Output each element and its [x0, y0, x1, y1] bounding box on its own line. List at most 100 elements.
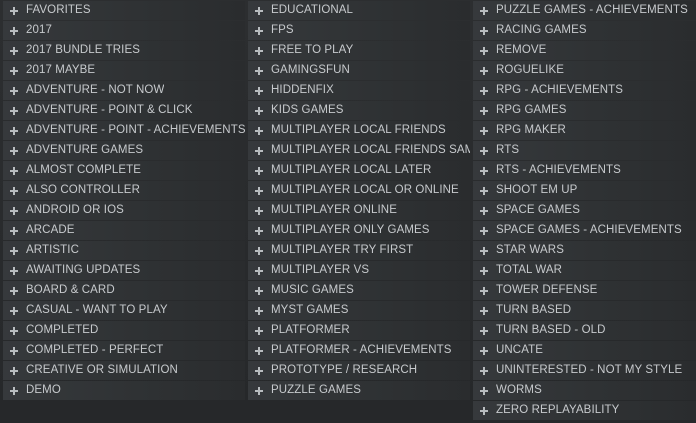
category-item[interactable]: ADVENTURE GAMES: [3, 141, 245, 160]
category-item-label: MULTIPLAYER ONLINE: [271, 204, 397, 216]
category-item-label: DEMO: [26, 384, 61, 396]
category-item[interactable]: TOWER DEFENSE: [473, 281, 696, 300]
category-item[interactable]: SHOOT EM UP: [473, 181, 696, 200]
category-item-label: FPS: [271, 24, 294, 36]
plus-icon: [255, 86, 263, 95]
category-item-label: SPACE GAMES: [496, 204, 580, 216]
category-item[interactable]: 2017 MAYBE: [3, 61, 245, 80]
category-item[interactable]: COMPLETED - PERFECT: [3, 341, 245, 360]
category-item[interactable]: MYST GAMES: [248, 301, 470, 320]
category-item[interactable]: SPACE GAMES - ACHIEVEMENTS: [473, 221, 696, 240]
category-item[interactable]: RPG MAKER: [473, 121, 696, 140]
category-item[interactable]: STAR WARS: [473, 241, 696, 260]
category-item[interactable]: ZERO REPLAYABILITY: [473, 401, 696, 420]
plus-icon: [10, 166, 18, 175]
category-column-3: PUZZLE GAMES - ACHIEVEMENTS RACING GAMES R…: [473, 1, 696, 423]
category-item[interactable]: ANDROID OR IOS: [3, 201, 245, 220]
category-item[interactable]: ROGUELIKE: [473, 61, 696, 80]
category-item-label: PLATFORMER - ACHIEVEMENTS: [271, 344, 452, 356]
plus-icon: [10, 386, 18, 395]
category-item-label: 2017 MAYBE: [26, 64, 96, 76]
category-item[interactable]: RTS: [473, 141, 696, 160]
category-item[interactable]: PROTOTYPE / RESEARCH: [248, 361, 470, 380]
category-item[interactable]: MULTIPLAYER VS: [248, 261, 470, 280]
plus-icon: [480, 66, 488, 75]
category-item[interactable]: ARCADE: [3, 221, 245, 240]
category-item[interactable]: MULTIPLAYER LOCAL LATER: [248, 161, 470, 180]
category-item[interactable]: PUZZLE GAMES - ACHIEVEMENTS: [473, 1, 696, 20]
category-item[interactable]: MUSIC GAMES: [248, 281, 470, 300]
plus-icon: [255, 286, 263, 295]
category-item[interactable]: ARTISTIC: [3, 241, 245, 260]
category-item-label: TURN BASED - OLD: [496, 324, 606, 336]
category-item[interactable]: GAMINGSFUN: [248, 61, 470, 80]
category-item[interactable]: BOARD & CARD: [3, 281, 245, 300]
category-item[interactable]: RTS - ACHIEVEMENTS: [473, 161, 696, 180]
category-item[interactable]: MULTIPLAYER ONLY GAMES: [248, 221, 470, 240]
category-item[interactable]: MULTIPLAYER LOCAL FRIENDS: [248, 121, 470, 140]
category-item[interactable]: PLATFORMER - ACHIEVEMENTS: [248, 341, 470, 360]
category-item[interactable]: FREE TO PLAY: [248, 41, 470, 60]
category-item[interactable]: EDUCATIONAL: [248, 1, 470, 20]
category-item[interactable]: 2017: [3, 21, 245, 40]
category-item[interactable]: ADVENTURE - NOT NOW: [3, 81, 245, 100]
plus-icon: [10, 26, 18, 35]
category-item[interactable]: WORMS: [473, 381, 696, 400]
category-item-label: MULTIPLAYER TRY FIRST: [271, 244, 414, 256]
category-item[interactable]: AWAITING UPDATES: [3, 261, 245, 280]
category-item[interactable]: FAVORITES: [3, 1, 245, 20]
plus-icon: [480, 126, 488, 135]
plus-icon: [480, 406, 488, 415]
plus-icon: [255, 66, 263, 75]
category-item-label: ARTISTIC: [26, 244, 79, 256]
category-item-label: ROGUELIKE: [496, 64, 565, 76]
plus-icon: [480, 286, 488, 295]
category-item[interactable]: RPG GAMES: [473, 101, 696, 120]
plus-icon: [480, 306, 488, 315]
plus-icon: [255, 206, 263, 215]
category-item[interactable]: ADVENTURE - POINT & CLICK: [3, 101, 245, 120]
category-item[interactable]: HIDDENFIX: [248, 81, 470, 100]
category-item[interactable]: COMPLETED: [3, 321, 245, 340]
plus-icon: [480, 346, 488, 355]
category-item[interactable]: MULTIPLAYER ONLINE: [248, 201, 470, 220]
category-item[interactable]: ALMOST COMPLETE: [3, 161, 245, 180]
category-item[interactable]: CASUAL - WANT TO PLAY: [3, 301, 245, 320]
plus-icon: [255, 386, 263, 395]
category-item[interactable]: UNINTERESTED - NOT MY STYLE: [473, 361, 696, 380]
category-item-label: STAR WARS: [496, 244, 564, 256]
category-item-label: RPG - ACHIEVEMENTS: [496, 84, 624, 96]
plus-icon: [255, 266, 263, 275]
plus-icon: [10, 266, 18, 275]
category-item[interactable]: PLATFORMER: [248, 321, 470, 340]
category-item[interactable]: MULTIPLAYER LOCAL OR ONLINE: [248, 181, 470, 200]
category-item[interactable]: TURN BASED - OLD: [473, 321, 696, 340]
category-item-label: PROTOTYPE / RESEARCH: [271, 364, 418, 376]
category-item[interactable]: SPACE GAMES: [473, 201, 696, 220]
category-item[interactable]: TURN BASED: [473, 301, 696, 320]
category-item[interactable]: KIDS GAMES: [248, 101, 470, 120]
plus-icon: [480, 206, 488, 215]
category-item[interactable]: MULTIPLAYER LOCAL FRIENDS SAM: [248, 141, 470, 160]
category-item[interactable]: TOTAL WAR: [473, 261, 696, 280]
category-item[interactable]: UNCATE: [473, 341, 696, 360]
plus-icon: [10, 206, 18, 215]
category-item[interactable]: RPG - ACHIEVEMENTS: [473, 81, 696, 100]
category-item[interactable]: ADVENTURE - POINT - ACHIEVEMENTS: [3, 121, 245, 140]
category-item[interactable]: ALSO CONTROLLER: [3, 181, 245, 200]
category-item-label: ALMOST COMPLETE: [26, 164, 142, 176]
plus-icon: [480, 326, 488, 335]
category-item-label: RACING GAMES: [496, 24, 587, 36]
category-item[interactable]: MULTIPLAYER TRY FIRST: [248, 241, 470, 260]
category-item[interactable]: 2017 BUNDLE TRIES: [3, 41, 245, 60]
category-item[interactable]: DEMO: [3, 381, 245, 400]
category-item[interactable]: FPS: [248, 21, 470, 40]
category-item[interactable]: REMOVE: [473, 41, 696, 60]
category-item[interactable]: PUZZLE GAMES: [248, 381, 470, 400]
category-item[interactable]: RACING GAMES: [473, 21, 696, 40]
plus-icon: [10, 86, 18, 95]
category-item[interactable]: CREATIVE OR SIMULATION: [3, 361, 245, 380]
category-item-label: MULTIPLAYER LOCAL FRIENDS: [271, 124, 446, 136]
plus-icon: [10, 346, 18, 355]
category-item-label: ADVENTURE - NOT NOW: [26, 84, 165, 96]
